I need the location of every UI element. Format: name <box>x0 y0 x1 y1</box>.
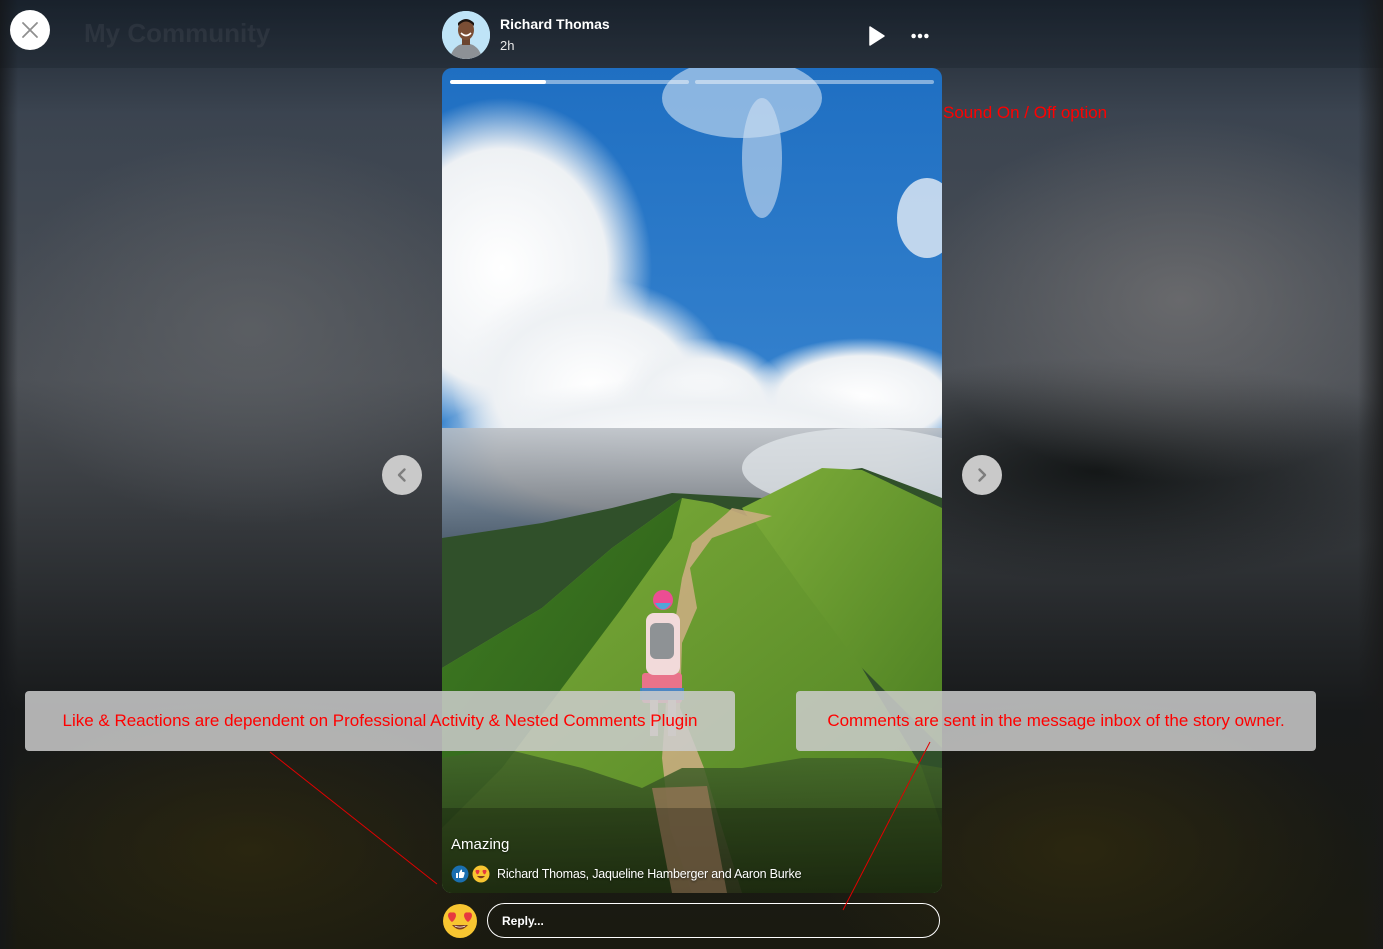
reply-row <box>442 903 942 941</box>
story-caption: Amazing <box>451 836 510 853</box>
annotation-text: Like & Reactions are dependent on Profes… <box>62 711 698 730</box>
annotation-text: Comments are sent in the message inbox o… <box>827 711 1285 730</box>
blurred-site-title: My Community <box>84 18 271 48</box>
story-image <box>442 68 942 893</box>
close-button[interactable] <box>10 10 50 50</box>
heart-eyes-icon <box>443 904 477 938</box>
play-sound-toggle-button[interactable] <box>864 24 888 48</box>
next-story-button[interactable] <box>962 455 1002 495</box>
heart-eyes-icon <box>472 865 490 883</box>
story-header: Richard Thomas 2h <box>442 10 942 60</box>
annotation-sound-option: Sound On / Off option <box>943 103 1108 122</box>
chevron-right-icon <box>978 468 987 482</box>
author-avatar[interactable] <box>442 11 490 59</box>
post-time: 2h <box>500 38 515 53</box>
backdrop-edge-right <box>1358 0 1383 949</box>
previous-story-button[interactable] <box>382 455 422 495</box>
reactors-names[interactable]: Richard Thomas, Jaqueline Hamberger and … <box>497 867 802 881</box>
story-card[interactable]: Amazing Richard Thomas, Jaqueline Hamber… <box>442 68 942 893</box>
annotation-reactions-dependency: Like & Reactions are dependent on Profes… <box>25 691 735 751</box>
avatar-image <box>442 11 490 59</box>
reactions-summary[interactable]: Richard Thomas, Jaqueline Hamberger and … <box>451 865 802 883</box>
story-progress-segment-2 <box>695 80 934 84</box>
annotation-comments-inbox: Comments are sent in the message inbox o… <box>796 691 1316 751</box>
more-horizontal-icon <box>911 33 929 39</box>
like-icon <box>451 865 469 883</box>
reply-input[interactable] <box>487 903 940 938</box>
more-options-button[interactable] <box>908 24 932 48</box>
progress-fill <box>450 80 546 84</box>
author-name[interactable]: Richard Thomas <box>500 16 610 32</box>
story-progress-segment-1 <box>450 80 689 84</box>
reaction-picker-button[interactable] <box>442 903 478 939</box>
backdrop-edge-left <box>0 0 18 949</box>
play-icon <box>869 26 885 46</box>
close-icon <box>22 22 38 38</box>
chevron-left-icon <box>397 468 406 482</box>
